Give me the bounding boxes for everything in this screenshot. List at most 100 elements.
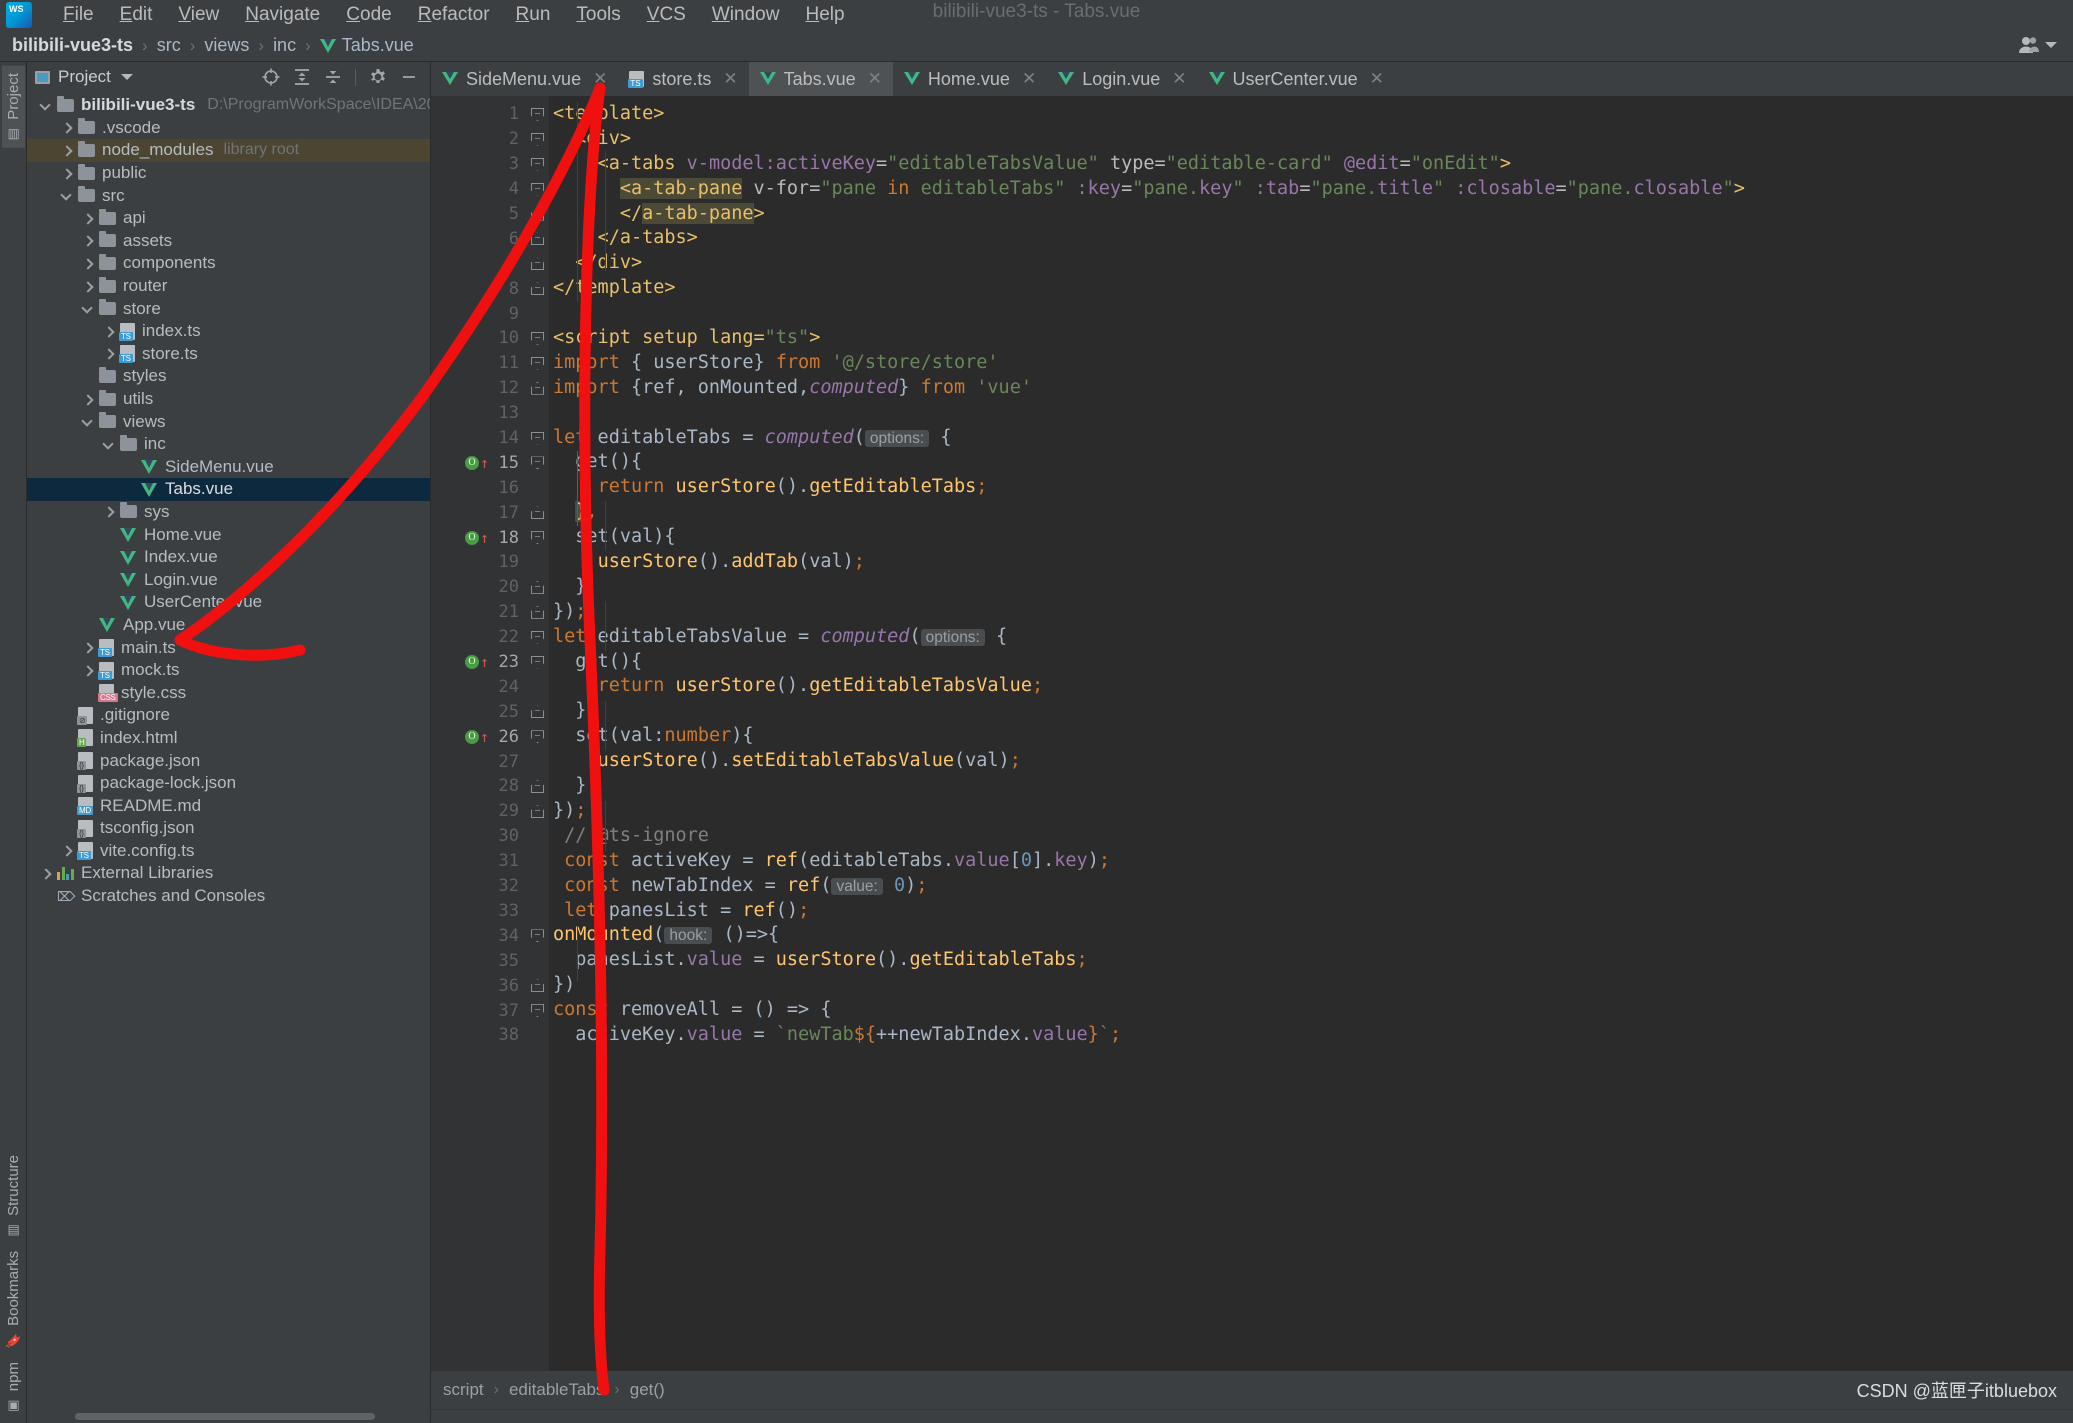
fold-toggle-icon[interactable]: − [531,805,544,818]
fold-toggle-icon[interactable]: − [531,631,544,644]
tree-node-main-ts[interactable]: main.ts [27,636,430,659]
code-line[interactable]: <a-tab-pane v-for="pane in editableTabs"… [549,177,2073,202]
close-icon[interactable]: ✕ [868,69,882,89]
code-line[interactable] [549,401,2073,426]
status-breadcrumb-item-editabletabs[interactable]: editableTabs [509,1380,604,1400]
tree-node-scratches-and-consoles[interactable]: ⌦Scratches and Consoles [27,885,430,908]
code-line[interactable]: let editableTabs = computed(options: { [549,426,2073,451]
chevron-right-icon[interactable] [62,145,73,156]
code-line[interactable]: // @ts-ignore [549,824,2073,849]
tree-node-app-vue[interactable]: App.vue [27,614,430,637]
fold-toggle-icon[interactable]: − [531,183,544,196]
status-breadcrumb-item-get-[interactable]: get() [630,1380,665,1400]
tree-node-external-libraries[interactable]: External Libraries [27,862,430,885]
tree-node-src[interactable]: src [27,184,430,207]
scrollbar-thumb[interactable] [75,1413,375,1420]
code-line[interactable]: <script setup lang="ts"> [549,326,2073,351]
tree-node-styles[interactable]: styles [27,365,430,388]
project-horizontal-scrollbar[interactable] [27,1409,430,1423]
gutter-marker[interactable]: O↑ [465,730,489,744]
code-line[interactable]: </div> [549,251,2073,276]
fold-toggle-icon[interactable]: − [531,730,544,743]
breadcrumb-item-views[interactable]: views [204,35,249,56]
chevron-right-icon[interactable] [83,235,94,246]
tree-node-index-html[interactable]: index.html [27,727,430,750]
up-arrow-icon[interactable]: ↑ [480,457,489,469]
code-line[interactable]: </a-tab-pane> [549,202,2073,227]
tree-node-readme-md[interactable]: README.md [27,794,430,817]
code-line[interactable]: userStore().setEditableTabsValue(val); [549,749,2073,774]
code-line[interactable]: }, [549,500,2073,525]
fold-toggle-icon[interactable]: − [531,606,544,619]
tree-node-tabs-vue[interactable]: Tabs.vue [27,478,430,501]
tool-window-tab-npm[interactable]: ▣npm [2,1355,25,1419]
code-line[interactable]: set(val){ [549,525,2073,550]
code-line[interactable]: </template> [549,276,2073,301]
chevron-down-icon[interactable] [83,416,94,427]
code-line[interactable]: let panesList = ref(); [549,899,2073,924]
code-line[interactable]: get(){ [549,450,2073,475]
code-line[interactable]: } [549,575,2073,600]
chevron-down-icon[interactable] [41,100,52,111]
tree-node-node-modules[interactable]: node_moduleslibrary root [27,139,430,162]
tree-node-login-vue[interactable]: Login.vue [27,568,430,591]
tree-node-package-json[interactable]: package.json [27,749,430,772]
menu-item-file[interactable]: File [50,2,107,28]
fold-toggle-icon[interactable]: − [531,531,544,544]
tree-node-mock-ts[interactable]: mock.ts [27,659,430,682]
fold-toggle-icon[interactable]: − [531,208,544,221]
tree-node-assets[interactable]: assets [27,230,430,253]
hide-window-icon[interactable] [400,68,418,86]
chevron-right-icon[interactable] [83,665,94,676]
code-line[interactable]: } [549,774,2073,799]
fold-toggle-icon[interactable]: − [531,357,544,370]
breadcrumb-item-bilibili-vue3-ts[interactable]: bilibili-vue3-ts [12,35,133,56]
tree-node-home-vue[interactable]: Home.vue [27,523,430,546]
users-button[interactable] [2018,36,2057,54]
editor-tab-tabs-vue[interactable]: Tabs.vue✕ [749,62,893,96]
fold-toggle-icon[interactable]: − [531,232,544,245]
code-line[interactable]: }) [549,973,2073,998]
code-line[interactable] [549,301,2073,326]
gutter-marker[interactable]: O↑ [465,456,489,470]
code-line[interactable]: userStore().addTab(val); [549,550,2073,575]
up-arrow-icon[interactable]: ↑ [480,731,489,743]
fold-toggle-icon[interactable]: − [531,979,544,992]
editor-tab-store-ts[interactable]: store.ts✕ [618,62,748,96]
code-line[interactable]: get(){ [549,650,2073,675]
tree-node-index-vue[interactable]: Index.vue [27,546,430,569]
menu-item-code[interactable]: Code [333,2,404,28]
menu-item-help[interactable]: Help [792,2,857,28]
code-line[interactable]: const activeKey = ref(editableTabs.value… [549,849,2073,874]
tree-node-tsconfig-json[interactable]: tsconfig.json [27,817,430,840]
code-line[interactable]: return userStore().getEditableTabs; [549,475,2073,500]
breadcrumb-item-src[interactable]: src [157,35,181,56]
tree-node-vite-config-ts[interactable]: vite.config.ts [27,840,430,863]
chevron-down-icon[interactable] [83,303,94,314]
tree-node-style-css[interactable]: style.css [27,681,430,704]
tree-node-api[interactable]: api [27,207,430,230]
editor-breadcrumb[interactable]: script›editableTabs›get() [443,1380,665,1400]
code-line[interactable]: <div> [549,127,2073,152]
fold-toggle-icon[interactable]: − [531,382,544,395]
breadcrumb-item-inc[interactable]: inc [273,35,296,56]
fold-toggle-icon[interactable]: − [531,332,544,345]
tree-node-sidemenu-vue[interactable]: SideMenu.vue [27,456,430,479]
code-line[interactable]: const newTabIndex = ref(value: 0); [549,874,2073,899]
menu-item-view[interactable]: View [165,2,232,28]
menu-item-navigate[interactable]: Navigate [232,2,333,28]
fold-toggle-icon[interactable]: − [531,780,544,793]
editor-tab-usercenter-vue[interactable]: UserCenter.vue✕ [1198,62,1395,96]
menu-item-tools[interactable]: Tools [563,2,633,28]
code-content[interactable]: <template> <div> <a-tabs v-model:activeK… [549,96,2073,1371]
close-icon[interactable]: ✕ [1172,69,1186,89]
fold-toggle-icon[interactable]: − [531,108,544,121]
menu-item-refactor[interactable]: Refactor [405,2,503,28]
code-line[interactable]: import { userStore} from '@/store/store' [549,351,2073,376]
fold-toggle-icon[interactable]: − [531,506,544,519]
tool-window-tab-structure[interactable]: ▥Structure [2,1148,25,1244]
editor-tab-home-vue[interactable]: Home.vue✕ [893,62,1047,96]
fold-toggle-icon[interactable]: − [531,158,544,171]
menu-item-run[interactable]: Run [503,2,564,28]
tree-node-store[interactable]: store [27,297,430,320]
